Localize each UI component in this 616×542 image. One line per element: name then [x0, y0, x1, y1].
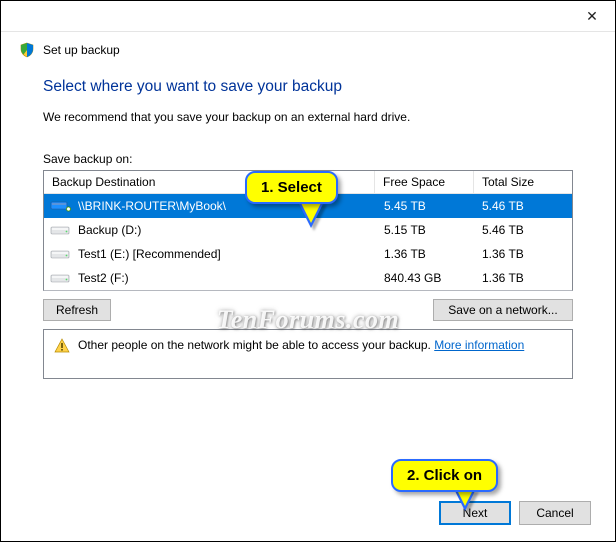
titlebar: ✕: [1, 1, 615, 32]
recommendation-text: We recommend that you save your backup o…: [43, 110, 573, 124]
drive-name: Backup (D:): [78, 223, 141, 237]
wizard-header: Set up backup: [1, 32, 615, 62]
page-headline: Select where you want to save your backu…: [43, 78, 573, 96]
save-on-network-button[interactable]: Save on a network...: [433, 299, 573, 321]
window-close-button[interactable]: ✕: [569, 1, 615, 31]
drive-name: Test1 (E:) [Recommended]: [78, 247, 221, 261]
drive-free-space: 840.43 GB: [376, 271, 474, 285]
drive-list-row[interactable]: Test2 (F:) 840.43 GB 1.36 TB: [44, 266, 572, 290]
drive-total-size: 5.46 TB: [474, 199, 572, 213]
drive-total-size: 5.46 TB: [474, 223, 572, 237]
list-button-row: Refresh Save on a network...: [43, 299, 573, 321]
wizard-title: Set up backup: [43, 43, 120, 57]
drive-name: \\BRINK-ROUTER\MyBook\: [78, 199, 226, 213]
refresh-button[interactable]: Refresh: [43, 299, 111, 321]
hard-drive-icon: [50, 271, 72, 285]
drive-total-size: 1.36 TB: [474, 247, 572, 261]
warning-text: Other people on the network might be abl…: [78, 338, 434, 352]
more-information-link[interactable]: More information: [434, 338, 524, 352]
titlebar-spacer: [1, 1, 569, 31]
warning-icon: [54, 338, 70, 354]
list-label: Save backup on:: [43, 152, 573, 166]
drive-list-row[interactable]: Test1 (E:) [Recommended] 1.36 TB 1.36 TB: [44, 242, 572, 266]
window: ✕ Set up backup Select where you want to…: [0, 0, 616, 542]
warning-text-wrap: Other people on the network might be abl…: [78, 338, 524, 352]
shield-icon: [19, 42, 35, 58]
drive-name: Test2 (F:): [78, 271, 129, 285]
annotation-step1: 1. Select: [245, 171, 338, 204]
drive-free-space: 5.15 TB: [376, 223, 474, 237]
column-total-size[interactable]: Total Size: [474, 171, 572, 194]
close-icon: ✕: [586, 8, 598, 25]
drive-free-space: 5.45 TB: [376, 199, 474, 213]
hard-drive-icon: [50, 247, 72, 261]
network-drive-icon: [50, 199, 72, 213]
hard-drive-icon: [50, 223, 72, 237]
drive-total-size: 1.36 TB: [474, 271, 572, 285]
drive-free-space: 1.36 TB: [376, 247, 474, 261]
column-free-space[interactable]: Free Space: [375, 171, 474, 194]
annotation-step2: 2. Click on: [391, 459, 498, 492]
warning-box: Other people on the network might be abl…: [43, 329, 573, 379]
cancel-button[interactable]: Cancel: [519, 501, 591, 525]
